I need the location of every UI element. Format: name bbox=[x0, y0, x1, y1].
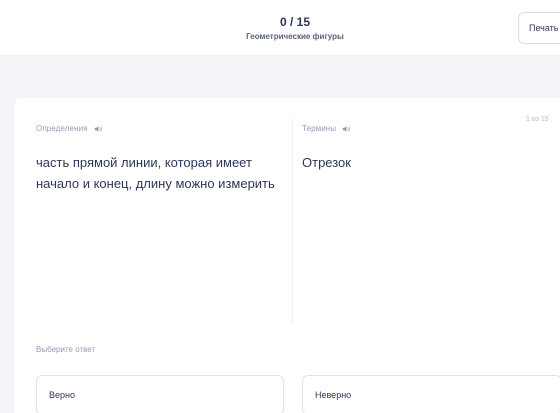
column-divider bbox=[292, 118, 293, 323]
top-bar: 0 / 15 Геометрические фигуры Печать bbox=[0, 0, 560, 56]
terms-label: Термины bbox=[302, 124, 337, 133]
set-title: Геометрические фигуры bbox=[246, 32, 344, 41]
answer-false-button[interactable]: Неверно bbox=[302, 375, 560, 413]
definition-text: часть прямой линии, которая имеет начало… bbox=[36, 155, 275, 191]
question-counter: 1 из 15 bbox=[526, 116, 549, 123]
terms-header: Термины bbox=[302, 124, 350, 133]
term-text: Отрезок bbox=[302, 155, 351, 170]
speaker-icon[interactable] bbox=[94, 125, 102, 133]
background-band bbox=[0, 57, 560, 97]
question-card: Определения Термины 1 из 15 часть прямой… bbox=[14, 98, 560, 413]
speaker-icon[interactable] bbox=[342, 125, 350, 133]
progress-count: 0 / 15 bbox=[279, 15, 311, 29]
choose-answer-label: Выберите ответ bbox=[36, 345, 96, 354]
print-button[interactable]: Печать bbox=[518, 12, 560, 44]
answer-true-button[interactable]: Верно bbox=[36, 375, 284, 413]
definitions-header: Определения bbox=[36, 124, 102, 133]
definitions-label: Определения bbox=[36, 124, 88, 133]
